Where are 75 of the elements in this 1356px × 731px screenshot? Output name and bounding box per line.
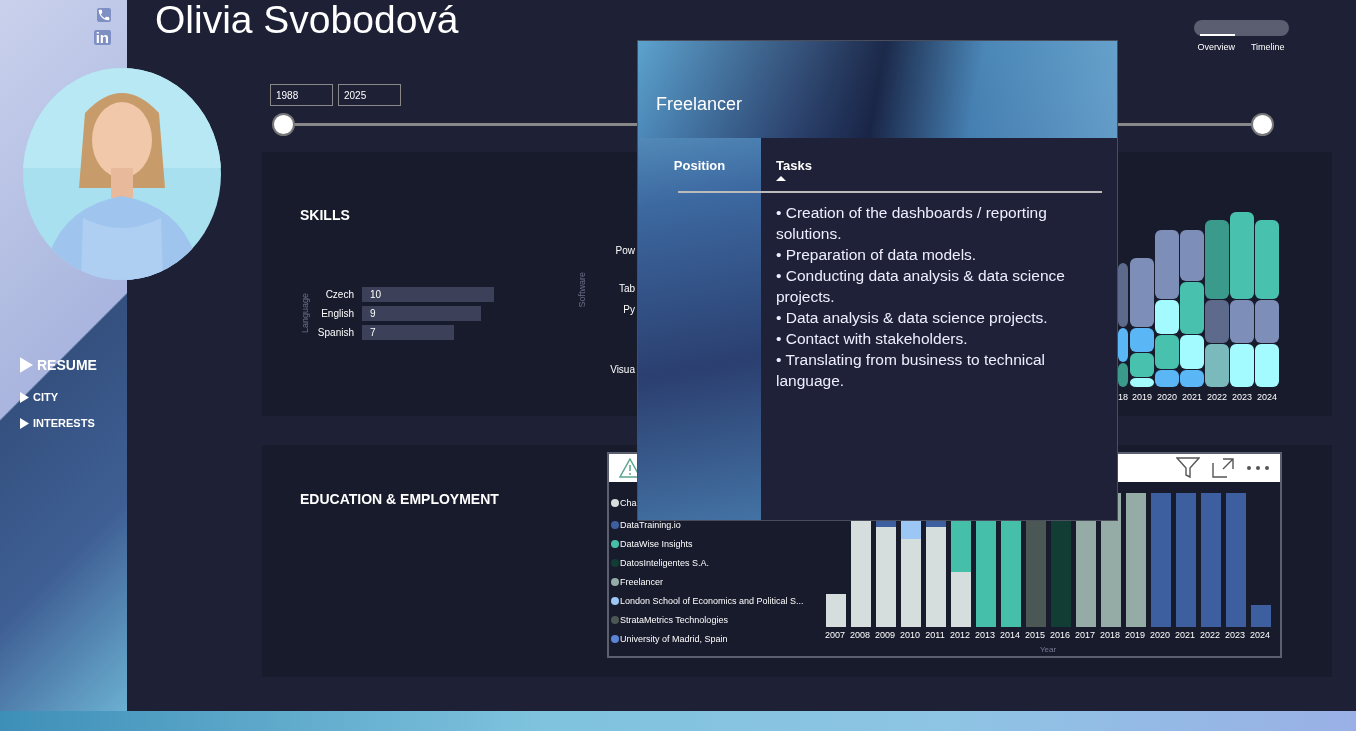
start-date-field[interactable]: 1988 — [270, 84, 333, 106]
legend-label[interactable]: DataWise Insights — [620, 538, 693, 549]
view-tab[interactable]: Overview — [1197, 42, 1235, 52]
slider-thumb[interactable] — [1251, 113, 1274, 136]
category-label: Czech — [324, 289, 354, 300]
column-header[interactable]: Tasks — [776, 158, 812, 186]
axis-tick-label: 2020 — [1156, 392, 1178, 402]
axis-tick-label: 2011 — [924, 630, 946, 640]
axis-tick-label: 2018 — [1099, 630, 1121, 640]
category-label: Tab — [618, 283, 635, 294]
axis-tick-label: 2012 — [949, 630, 971, 640]
axis-label: Language — [300, 293, 310, 334]
legend-label[interactable]: StrataMetrics Technologies — [620, 614, 728, 625]
category-label: English — [320, 308, 354, 319]
caret-icon — [776, 176, 786, 181]
axis-tick-label: 2015 — [1024, 630, 1046, 640]
axis-tick-label: 2014 — [999, 630, 1021, 640]
axis-tick-label: 2019 — [1124, 630, 1146, 640]
stream-segment — [1255, 344, 1279, 387]
legend-label[interactable]: DatosInteligentes S.A. — [620, 557, 710, 568]
bar-value: 7 — [370, 327, 376, 338]
nav-link[interactable]: INTERESTS — [20, 417, 127, 429]
category-label: Pow — [615, 245, 635, 256]
category-label: Py — [623, 304, 635, 315]
legend-label[interactable]: London School of Economics and Political S... — [620, 595, 804, 606]
triangle-icon — [20, 417, 29, 429]
profile-name: Olivia Svobodová — [155, 0, 459, 43]
bar-segment — [826, 594, 846, 627]
category-label: Spanish — [316, 327, 354, 338]
stream-segment — [1118, 363, 1128, 387]
triangle-icon — [20, 357, 33, 373]
axis-tick-label: 2020 — [1149, 630, 1171, 640]
end-date-field[interactable]: 2025 — [338, 84, 401, 106]
filter-icon[interactable] — [1176, 457, 1200, 479]
bar-value: 10 — [370, 289, 382, 300]
section-title: SKILLS — [300, 207, 351, 223]
legend-label[interactable]: DataTraining.io — [620, 519, 681, 530]
phone-icon[interactable] — [97, 8, 111, 22]
axis-tick-label: 2013 — [974, 630, 996, 640]
legend-label[interactable]: University of Madrid, Spain — [620, 633, 728, 644]
axis-tick-label: 2023 — [1231, 392, 1253, 402]
axis-tick-label: 2019 — [1131, 392, 1153, 402]
view-tab[interactable]: Timeline — [1250, 42, 1285, 52]
nav-link[interactable]: CITY — [20, 391, 127, 403]
axis-tick-label: 2007 — [824, 630, 846, 640]
axis-tick-label: 2024 — [1249, 630, 1271, 640]
axis-label: Year — [1040, 645, 1057, 654]
bar-value: 9 — [370, 308, 376, 319]
table-cell-text: • Creation of the dashboards / reporting solutions. • Preparation of data models. • Conducting data analysis & data science projects. • Data analysis & data science projects. • Contact with stakeholders. • Translating from business to technical language. — [776, 203, 1066, 391]
axis-label: Software — [577, 272, 587, 308]
slider-thumb[interactable] — [272, 113, 295, 136]
triangle-icon — [20, 391, 29, 403]
axis-tick-label: 2009 — [874, 630, 896, 640]
axis-tick-label: 2008 — [849, 630, 871, 640]
legend-label[interactable]: Cha — [620, 497, 637, 508]
expand-icon[interactable] — [1212, 458, 1234, 478]
axis-tick-label: 18 — [1118, 392, 1128, 402]
axis-tick-label: 2017 — [1074, 630, 1096, 640]
axis-tick-label: 2022 — [1206, 392, 1228, 402]
axis-tick-label: 2010 — [899, 630, 921, 640]
axis-tick-label: 2016 — [1049, 630, 1071, 640]
legend-label[interactable]: Freelancer — [620, 576, 664, 587]
more-icon[interactable] — [1246, 465, 1270, 471]
axis-tick-label: 2022 — [1199, 630, 1221, 640]
tooltip-title: Freelancer — [656, 94, 743, 115]
axis-tick-label: 2023 — [1224, 630, 1246, 640]
axis-tick-label: 2021 — [1174, 630, 1196, 640]
category-label: Visua — [610, 364, 635, 375]
view-toggle[interactable] — [1193, 20, 1289, 36]
axis-tick-label: 2024 — [1256, 392, 1278, 402]
bar-segment — [1251, 605, 1271, 627]
stream-segment — [1230, 344, 1254, 387]
section-title: EDUCATION & EMPLOYMENT — [299, 490, 500, 509]
column-header[interactable]: Position — [673, 158, 726, 186]
axis-tick-label: 2021 — [1181, 392, 1203, 402]
